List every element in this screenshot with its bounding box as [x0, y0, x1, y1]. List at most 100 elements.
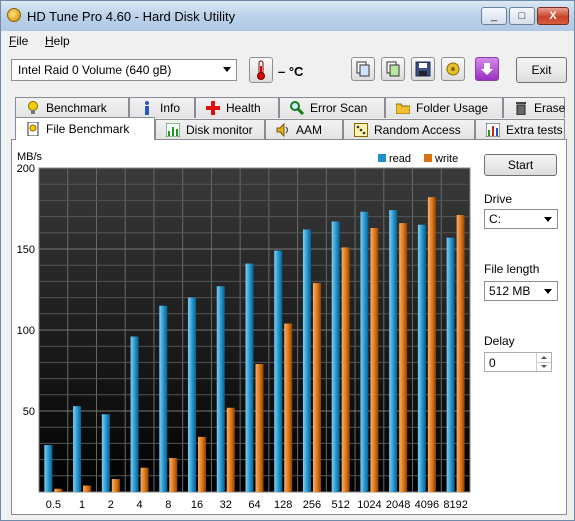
tab-random-access-label: Random Access	[374, 123, 461, 137]
x-tick-label: 2	[108, 499, 114, 511]
delay-stepper[interactable]: 0	[484, 352, 552, 372]
tab-health-label: Health	[226, 101, 261, 115]
temperature-button[interactable]	[249, 57, 273, 83]
tab-extra-tests[interactable]: Extra tests	[475, 119, 565, 140]
drive-select[interactable]: Intel Raid 0 Volume (640 gB)	[11, 59, 237, 81]
bar-write	[312, 283, 321, 492]
file-length-dropdown[interactable]: 512 MB	[484, 281, 558, 301]
tab-folder-usage-label: Folder Usage	[416, 101, 489, 115]
y-tick-label: 100	[17, 325, 35, 337]
chevron-down-icon	[544, 289, 552, 294]
x-tick-label: 128	[274, 499, 292, 511]
bar-write	[54, 488, 63, 492]
tab-error-scan-label: Error Scan	[310, 101, 368, 115]
tab-random-access[interactable]: Random Access	[343, 119, 475, 140]
x-tick-label: 64	[248, 499, 260, 511]
bar-write	[83, 485, 92, 492]
bar-read	[216, 286, 225, 492]
dice-icon	[354, 123, 368, 137]
delay-label: Delay	[484, 334, 515, 348]
bar-write	[427, 197, 436, 492]
save-button[interactable]	[411, 57, 435, 81]
tab-benchmark-label: Benchmark	[46, 101, 107, 115]
bar-write	[284, 323, 293, 492]
bar-write	[255, 364, 264, 492]
start-button[interactable]: Start	[484, 154, 557, 176]
menu-bar: File Help	[1, 31, 574, 51]
bar-read	[73, 406, 82, 492]
temperature-readout: – °C	[278, 64, 304, 79]
y-tick-label: 200	[17, 163, 35, 175]
menu-help[interactable]: Help	[45, 34, 70, 48]
bar-write	[341, 247, 350, 492]
bar-read	[245, 263, 254, 492]
chevron-down-icon	[223, 67, 231, 72]
health-cross-icon	[206, 101, 220, 115]
menu-file[interactable]: File	[9, 34, 28, 48]
copy-info-button[interactable]	[351, 57, 375, 81]
window-title: HD Tune Pro 4.60 - Hard Disk Utility	[27, 9, 236, 24]
file-length-label: File length	[484, 262, 540, 276]
bar-read	[360, 211, 369, 492]
tab-disk-monitor-label: Disk monitor	[186, 123, 253, 137]
bar-read	[446, 237, 455, 492]
bar-read	[274, 250, 283, 492]
x-tick-label: 4	[137, 499, 143, 511]
x-tick-label: 0.5	[46, 499, 61, 511]
file-benchmark-icon	[26, 122, 40, 136]
drive-select-value: Intel Raid 0 Volume (640 gB)	[18, 63, 172, 77]
tab-disk-monitor[interactable]: Disk monitor	[155, 119, 265, 140]
options-icon	[446, 62, 460, 76]
stepper-down-button[interactable]	[536, 362, 551, 371]
y-axis-label: MB/s	[17, 151, 43, 163]
drive-label: Drive	[484, 192, 513, 206]
copy-screenshot-icon	[386, 61, 400, 77]
tab-info[interactable]: Info	[129, 97, 195, 118]
extra-tests-icon	[486, 123, 500, 137]
bar-write	[169, 457, 178, 492]
bar-read	[331, 221, 340, 492]
legend-swatch-read	[378, 154, 386, 162]
tab-file-benchmark[interactable]: File Benchmark	[15, 117, 155, 140]
tab-erase-label: Erase	[534, 101, 566, 115]
tab-folder-usage[interactable]: Folder Usage	[385, 97, 503, 118]
x-tick-label: 8192	[443, 499, 467, 511]
x-tick-label: 1024	[357, 499, 381, 511]
copy-screenshot-button[interactable]	[381, 57, 405, 81]
options-button[interactable]	[441, 57, 465, 81]
bar-write	[226, 407, 235, 492]
menu-help-rest: elp	[53, 34, 70, 48]
tab-health[interactable]: Health	[195, 97, 279, 118]
bar-read	[130, 336, 139, 492]
bar-write	[456, 214, 465, 492]
chevron-down-icon	[541, 365, 547, 368]
tab-extra-tests-label: Extra tests	[506, 123, 563, 137]
tab-info-label: Info	[160, 101, 181, 115]
x-tick-label: 4096	[415, 499, 439, 511]
bar-read	[302, 229, 311, 492]
x-tick-label: 16	[191, 499, 203, 511]
x-tick-label: 8	[165, 499, 171, 511]
magnifier-icon	[290, 101, 304, 115]
bar-write	[370, 227, 379, 492]
drive-dropdown[interactable]: C:	[484, 209, 558, 229]
download-icon	[481, 63, 493, 75]
tab-error-scan[interactable]: Error Scan	[279, 97, 385, 118]
save-icon	[415, 61, 431, 77]
tab-aam[interactable]: AAM	[265, 119, 343, 140]
close-button[interactable]: X	[537, 7, 569, 25]
minimize-button[interactable]: _	[481, 7, 507, 25]
maximize-button[interactable]: □	[509, 7, 535, 25]
exit-button[interactable]: Exit	[516, 57, 567, 83]
x-tick-label: 2048	[386, 499, 410, 511]
speaker-icon	[276, 123, 290, 137]
menu-file-rest: ile	[16, 34, 29, 48]
bar-chart-icon	[166, 123, 180, 137]
bar-read	[101, 414, 110, 492]
tab-benchmark[interactable]: Benchmark	[15, 97, 129, 118]
download-button[interactable]	[475, 57, 499, 81]
legend-label-write: write	[434, 153, 458, 165]
trash-icon	[514, 101, 528, 115]
chevron-up-icon	[541, 356, 547, 359]
tab-erase[interactable]: Erase	[503, 97, 565, 118]
